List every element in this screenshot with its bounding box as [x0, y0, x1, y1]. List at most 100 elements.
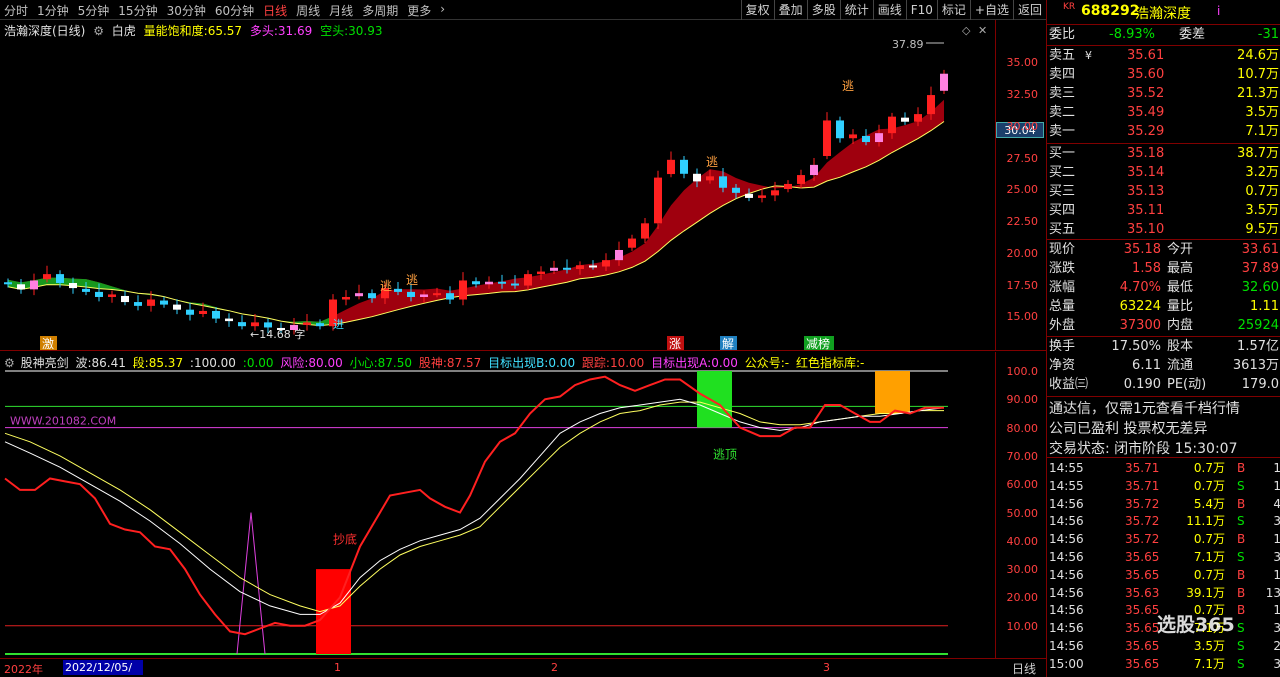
toolbar-button[interactable]: 返回 [1012, 0, 1046, 20]
bid-label: 买二 [1049, 165, 1076, 180]
toolbar-button[interactable]: 复权 [740, 0, 774, 20]
period-tab[interactable]: 日线 [263, 2, 287, 19]
period-tab[interactable]: 多周期 [362, 2, 398, 19]
ask-price: 35.61 [1127, 48, 1165, 63]
period-tab[interactable]: 月线 [329, 2, 353, 19]
period-tab[interactable]: 15分钟 [118, 2, 157, 19]
month-label: 2 [551, 661, 558, 674]
indicator-tick: 60.00 [1006, 478, 1039, 492]
candle-body [550, 267, 558, 271]
candle-body [472, 281, 480, 285]
price-tick: 20.00 [1006, 247, 1039, 260]
toolbar-button[interactable]: +自选 [969, 0, 1013, 20]
indicator-chart[interactable]: WWW.201082.COM 逃顶抄底 [0, 368, 995, 658]
chart-title: 浩瀚深度(日线) [4, 24, 86, 38]
candle-body [641, 223, 649, 239]
toolbar-button[interactable]: 统计 [839, 0, 873, 20]
candlestick-chart[interactable]: 37.89逃 逃逃逃←14.68 字进激涨解减榜 [0, 38, 995, 350]
stat-value: 37.89 [1241, 261, 1279, 276]
candle-body [17, 284, 25, 290]
indicator-tick: 20.00 [1006, 591, 1039, 605]
ask-volume: 10.7万 [1237, 67, 1279, 82]
candle-body [823, 120, 831, 157]
toolbar-button[interactable]: 多股 [806, 0, 840, 20]
stat-label: 净资 [1049, 358, 1076, 373]
candle-body [784, 183, 792, 190]
tick-count: 3 [1273, 514, 1280, 529]
tick-row: 14:55 35.71 0.7万 S 1 [1049, 477, 1280, 495]
divider [1047, 45, 1280, 46]
settings-icon[interactable]: ⚙ [93, 24, 104, 38]
indicator-tick: 10.00 [1006, 619, 1039, 633]
tick-count: 1 [1273, 567, 1280, 582]
period-tab[interactable]: 更多 [407, 2, 431, 19]
candle-body [134, 302, 142, 306]
ask-label: 卖三 [1049, 86, 1076, 101]
candle-body [901, 117, 909, 122]
tick-side: S [1237, 656, 1245, 671]
candle-body [30, 280, 38, 290]
bid-volume: 38.7万 [1237, 146, 1279, 161]
period-tag[interactable]: 日线 [1012, 660, 1036, 677]
period-tab[interactable]: 60分钟 [215, 2, 254, 19]
bid-row[interactable]: 买五 35.10 9.5万 [1049, 221, 1279, 239]
stat-row: 总量 63224 量比 1.11 [1049, 298, 1279, 316]
expand-icon[interactable]: ◇ [962, 24, 970, 37]
stat-row: 换手 17.50% 股本 1.57亿 [1049, 338, 1279, 356]
bull-value: 31.69 [277, 24, 313, 38]
info-icon[interactable]: i [1217, 4, 1220, 18]
ask-row[interactable]: 卖四 35.60 10.7万 [1049, 66, 1279, 84]
period-tab[interactable]: 5分钟 [78, 2, 110, 19]
quote-panel: KR 688292 浩瀚深度 i 委比 -8.93% 委差 -31 卖五 ¥35.… [1046, 0, 1280, 677]
ask-label: 卖二 [1049, 105, 1076, 120]
toolbar-button[interactable]: 画线 [872, 0, 906, 20]
price-tick: 15.00 [1006, 310, 1039, 323]
month-label: 1 [334, 661, 341, 674]
tick-count: 1 [1273, 532, 1280, 547]
promo-text[interactable]: 通达信，仅需1元查看千档行情 [1049, 398, 1240, 418]
period-tab[interactable]: 1分钟 [37, 2, 69, 19]
close-panel-icon[interactable]: ✕ [978, 24, 987, 37]
period-tab[interactable]: 30分钟 [167, 2, 206, 19]
bid-volume: 3.5万 [1245, 203, 1279, 218]
toolbar-button[interactable]: 标记 [936, 0, 970, 20]
ask-row[interactable]: 卖一 35.29 7.1万 [1049, 123, 1279, 141]
ask-label: 卖四 [1049, 67, 1076, 82]
bid-row[interactable]: 买三 35.13 0.7万 [1049, 183, 1279, 201]
indicator-name[interactable]: 白虎 [112, 24, 136, 38]
bear-value: 30.93 [348, 24, 383, 38]
toolbar-button[interactable]: F10 [905, 0, 937, 20]
candle-body [888, 116, 896, 134]
toolbar-button[interactable]: 叠加 [773, 0, 807, 20]
tick-price: 35.65 [1125, 550, 1160, 564]
price-tick: 17.50 [1006, 279, 1039, 292]
market-badge: KR [1063, 2, 1076, 12]
candle-body [186, 309, 194, 315]
more-arrow-icon[interactable]: › [440, 2, 445, 19]
tick-row: 14:56 35.65 0.7万 B 1 [1049, 566, 1280, 584]
ask-row[interactable]: 卖三 35.52 21.3万 [1049, 85, 1279, 103]
bid-row[interactable]: 买一 35.18 38.7万 [1049, 145, 1279, 163]
stat-label: 收益㈢ [1049, 377, 1089, 392]
stat-label: 最低 [1167, 280, 1194, 295]
high-label: 37.89 [892, 38, 924, 51]
bid-row[interactable]: 买四 35.11 3.5万 [1049, 202, 1279, 220]
tick-price: 35.71 [1125, 478, 1160, 493]
stat-label: PE(动) [1167, 377, 1207, 392]
tick-price: 35.65 [1125, 621, 1160, 636]
stat-value: 179.0 [1241, 377, 1279, 392]
candle-body [719, 176, 727, 188]
ask-row[interactable]: 卖五 ¥35.61 24.6万 [1049, 47, 1279, 65]
bid-row[interactable]: 买二 35.14 3.2万 [1049, 164, 1279, 182]
tick-row: 14:56 35.72 11.1万 S 3 [1049, 512, 1280, 530]
month-label: 3 [823, 661, 830, 674]
period-tab[interactable]: 分时 [4, 2, 28, 19]
ask-price: 35.52 [1127, 86, 1165, 101]
stat-value: 0.190 [1123, 377, 1161, 392]
tick-time: 14:56 [1049, 585, 1084, 600]
stat-value: 1.11 [1250, 299, 1279, 314]
candle-body [758, 195, 766, 198]
ask-row[interactable]: 卖二 35.49 3.5万 [1049, 104, 1279, 122]
period-tab[interactable]: 周线 [296, 2, 320, 19]
godline [4, 375, 944, 636]
